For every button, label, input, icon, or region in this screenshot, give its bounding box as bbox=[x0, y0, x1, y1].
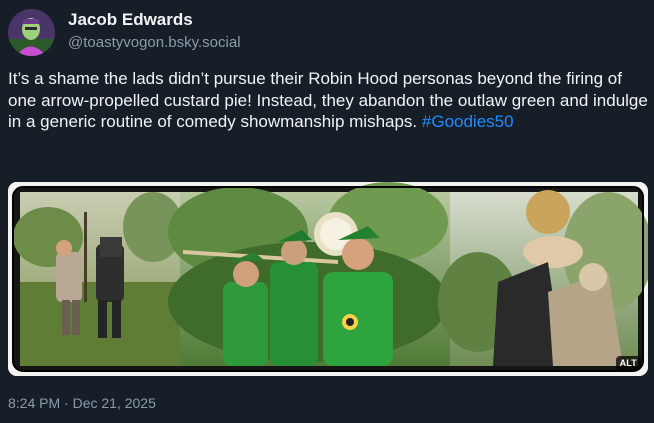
hashtag-link[interactable]: #Goodies50 bbox=[422, 112, 514, 131]
user-avatar-icon bbox=[8, 9, 55, 56]
post-timestamp[interactable]: 8:24 PM · Dec 21, 2025 bbox=[8, 395, 156, 411]
film-strip-image bbox=[8, 182, 648, 376]
alt-text-badge[interactable]: ALT bbox=[615, 356, 641, 370]
author-display-name[interactable]: Jacob Edwards bbox=[68, 10, 193, 30]
post-text: It’s a shame the lads didn’t pursue thei… bbox=[8, 68, 648, 133]
author-avatar[interactable] bbox=[8, 9, 55, 56]
panel-2 bbox=[168, 182, 450, 366]
post-body: It’s a shame the lads didn’t pursue thei… bbox=[8, 69, 648, 131]
post-image[interactable]: ALT bbox=[8, 182, 648, 376]
author-handle[interactable]: @toastyvogon.bsky.social bbox=[68, 34, 241, 51]
panel-3 bbox=[438, 190, 648, 366]
post-card: Jacob Edwards @toastyvogon.bsky.social I… bbox=[0, 0, 654, 423]
panel-1 bbox=[13, 192, 183, 366]
